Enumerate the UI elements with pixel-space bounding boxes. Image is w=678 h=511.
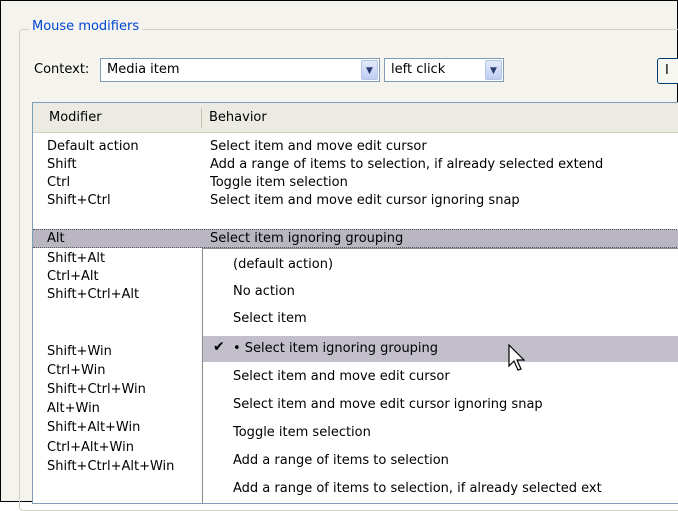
menu-item[interactable]: Select item and move edit cursor ignorin… <box>203 392 678 418</box>
table-row[interactable]: Default action Select item and move edit… <box>33 139 678 156</box>
menu-item-label: Toggle item selection <box>233 425 371 440</box>
table-row-selected[interactable]: Alt Select item ignoring grouping <box>33 229 678 248</box>
check-icon: ✔ <box>213 339 225 355</box>
menu-item-label: Select item <box>233 311 307 326</box>
menu-item[interactable]: (default action) <box>203 252 678 278</box>
menu-item-label: Add a range of items to selection, if al… <box>233 481 602 496</box>
menu-item-label: Select item and move edit cursor ignorin… <box>233 397 543 412</box>
table-row[interactable]: Ctrl Toggle item selection <box>33 175 678 192</box>
edge-button[interactable]: I <box>657 58 678 84</box>
modifier-item[interactable]: Shift+Alt+Win <box>47 420 140 435</box>
context-dropdown[interactable]: Media item ▼ <box>100 58 380 82</box>
column-separator[interactable] <box>201 108 202 128</box>
menu-item[interactable]: Toggle item selection <box>203 420 678 446</box>
column-header-behavior[interactable]: Behavior <box>209 110 267 125</box>
modifier-item[interactable]: Shift+Alt <box>47 251 105 266</box>
modifier-item[interactable]: Shift+Ctrl+Alt <box>47 287 139 302</box>
edge-button-label: I <box>665 63 669 78</box>
row-behavior: Add a range of items to selection, if al… <box>210 157 604 172</box>
row-behavior: Toggle item selection <box>210 175 348 190</box>
menu-item-label: Add a range of items to selection <box>233 453 449 468</box>
row-behavior: Select item and move edit cursor ignorin… <box>210 193 520 208</box>
row-modifier: Alt <box>47 231 65 246</box>
column-header-modifier[interactable]: Modifier <box>49 110 102 125</box>
menu-item[interactable]: Select item <box>203 306 678 332</box>
menu-item-label: • Select item ignoring grouping <box>233 341 439 356</box>
row-behavior: Select item ignoring grouping <box>210 231 404 246</box>
behavior-popup-menu: (default action) No action Select item ✔… <box>202 248 678 503</box>
list-header: Modifier Behavior <box>33 103 678 133</box>
modifier-item[interactable]: Ctrl+Alt+Win <box>47 440 134 455</box>
modifier-item[interactable]: Ctrl+Win <box>47 363 105 378</box>
arrow-cursor-icon <box>508 344 526 371</box>
menu-item[interactable]: No action <box>203 279 678 305</box>
menu-item[interactable]: Add a range of items to selection, if al… <box>203 476 678 502</box>
table-row[interactable]: Shift+Ctrl Select item and move edit cur… <box>33 193 678 210</box>
chevron-down-icon[interactable]: ▼ <box>361 60 378 80</box>
menu-item-label: No action <box>233 284 295 299</box>
modifier-item[interactable]: Ctrl+Alt <box>47 269 99 284</box>
modifier-item[interactable]: Alt+Win <box>47 401 100 416</box>
mouse-modifiers-window: Mouse modifiers Context: Media item ▼ le… <box>0 0 678 511</box>
row-modifier: Default action <box>47 139 139 154</box>
modifier-item[interactable]: Shift+Ctrl+Win <box>47 382 146 397</box>
row-modifier: Shift+Ctrl <box>47 193 111 208</box>
click-type-dropdown-value: left click <box>391 62 446 77</box>
group-title: Mouse modifiers <box>29 19 143 34</box>
menu-item-highlighted[interactable]: ✔ • Select item ignoring grouping <box>203 336 678 362</box>
chevron-down-icon[interactable]: ▼ <box>485 60 502 80</box>
menu-item-label: (default action) <box>233 257 334 272</box>
modifier-item[interactable]: Shift+Win <box>47 344 112 359</box>
row-behavior: Select item and move edit cursor <box>210 139 427 154</box>
modifier-item[interactable]: Shift+Ctrl+Alt+Win <box>47 459 174 474</box>
modifier-list[interactable]: Modifier Behavior Default action Select … <box>32 102 678 504</box>
table-row[interactable]: Shift Add a range of items to selection,… <box>33 157 678 174</box>
menu-item[interactable]: Select item and move edit cursor <box>203 364 678 390</box>
menu-item-label: Select item and move edit cursor <box>233 369 450 384</box>
context-dropdown-value: Media item <box>107 62 180 77</box>
menu-item[interactable]: Add a range of items to selection <box>203 448 678 474</box>
context-label: Context: <box>34 62 90 77</box>
row-modifier: Ctrl <box>47 175 71 190</box>
click-type-dropdown[interactable]: left click ▼ <box>384 58 504 82</box>
row-modifier: Shift <box>47 157 77 172</box>
